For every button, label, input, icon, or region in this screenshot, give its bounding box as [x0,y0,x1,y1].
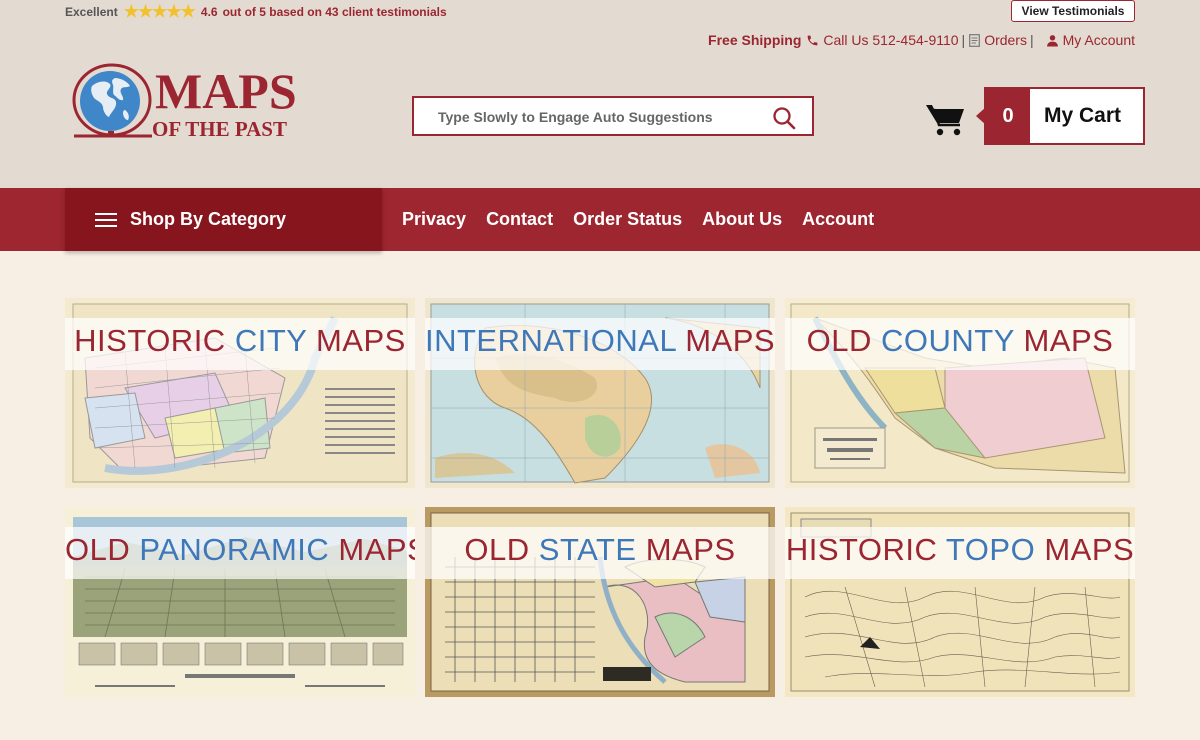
cart-label: My Cart [1044,104,1122,127]
title-part: OLD [806,323,882,358]
category-tile-international-maps[interactable]: INTERNATIONAL MAPS [425,298,775,488]
shopping-cart-icon[interactable] [926,103,966,137]
my-account-link[interactable]: My Account [1046,32,1135,48]
title-part: MAPS [1014,323,1114,358]
main-navigation: Shop By Category Privacy Contact Order S… [0,188,1200,251]
title-part: MAPS [676,323,775,358]
globe-icon [72,63,152,138]
tile-title: OLD COUNTY MAPS [785,323,1135,359]
utility-links: Free Shipping Call Us 512-454-9110 | Ord… [708,32,1135,48]
title-highlight: TOPO [945,532,1036,567]
shop-by-category-label: Shop By Category [130,209,287,229]
title-part: MAPS [306,323,406,358]
nav-order-status[interactable]: Order Status [573,209,682,230]
title-part: MAPS [636,532,736,567]
cart-count: 0 [976,89,1030,143]
logo-text-of-the-past: OF THE PAST [152,117,287,141]
user-icon [1046,34,1058,46]
category-tile-historic-city-maps[interactable]: HISTORIC CITY MAPS [65,298,415,488]
title-part: MAPS [338,532,415,567]
title-part: OLD [65,532,140,567]
category-tile-old-state-maps[interactable]: OLD STATE MAPS [425,507,775,697]
title-part: OLD [464,532,539,567]
maps-of-the-past-logo[interactable]: MAPS OF THE PAST [70,62,310,144]
call-us-link[interactable]: Call Us 512-454-9110 [806,32,959,48]
search-icon[interactable] [772,106,796,130]
site-header: Excellent ★★★★★ 4.6 out of 5 based on 43… [0,0,1200,188]
search-box [412,96,814,136]
title-highlight: CITY [234,323,307,358]
title-highlight: COUNTY [881,323,1015,358]
category-tile-old-county-maps[interactable]: OLD COUNTY MAPS [785,298,1135,488]
title-part: HISTORIC [74,323,235,358]
title-part: INTERNATIONAL [425,323,677,358]
nav-contact[interactable]: Contact [486,209,553,230]
orders-link[interactable]: Orders [969,32,1027,48]
category-tile-historic-topo-maps[interactable]: HISTORIC TOPO MAPS [785,507,1135,697]
tile-title: OLD STATE MAPS [425,532,775,568]
title-highlight: PANORAMIC [139,532,330,567]
logo-text-maps: MAPS [155,63,297,119]
separator: | [1029,32,1034,48]
nav-privacy[interactable]: Privacy [402,209,466,230]
nav-links: Privacy Contact Order Status About Us Ac… [402,188,894,251]
hamburger-menu-icon [95,209,117,231]
call-us-label: Call Us 512-454-9110 [823,32,959,48]
title-highlight: STATE [538,532,637,567]
search-input[interactable] [438,107,758,127]
phone-icon [808,35,818,45]
title-part: MAPS [1035,532,1135,567]
my-account-label: My Account [1062,32,1135,48]
nav-about-us[interactable]: About Us [702,209,782,230]
nav-account[interactable]: Account [802,209,874,230]
rating-label: Excellent [65,5,118,19]
star-rating-icon: ★★★★★ [123,2,196,21]
orders-label: Orders [984,32,1027,48]
view-testimonials-button[interactable]: View Testimonials [1011,0,1135,22]
my-cart-button[interactable]: 0 My Cart [976,87,1145,145]
tile-title: INTERNATIONAL MAPS [425,323,775,359]
shop-by-category-button[interactable]: Shop By Category [65,188,382,251]
tile-title: HISTORIC TOPO MAPS [785,532,1135,568]
receipt-icon [969,33,981,47]
tile-title: HISTORIC CITY MAPS [65,323,415,359]
testimonial-rating: Excellent ★★★★★ 4.6 out of 5 based on 43… [65,2,447,21]
rating-text[interactable]: out of 5 based on 43 client testimonials [223,5,447,19]
rating-score: 4.6 [200,5,218,19]
category-tile-old-panoramic-maps[interactable]: OLD PANORAMIC MAPS [65,507,415,697]
tile-title: OLD PANORAMIC MAPS [65,532,415,568]
separator: | [961,32,966,48]
title-part: HISTORIC [785,532,946,567]
free-shipping-link[interactable]: Free Shipping [708,32,801,48]
